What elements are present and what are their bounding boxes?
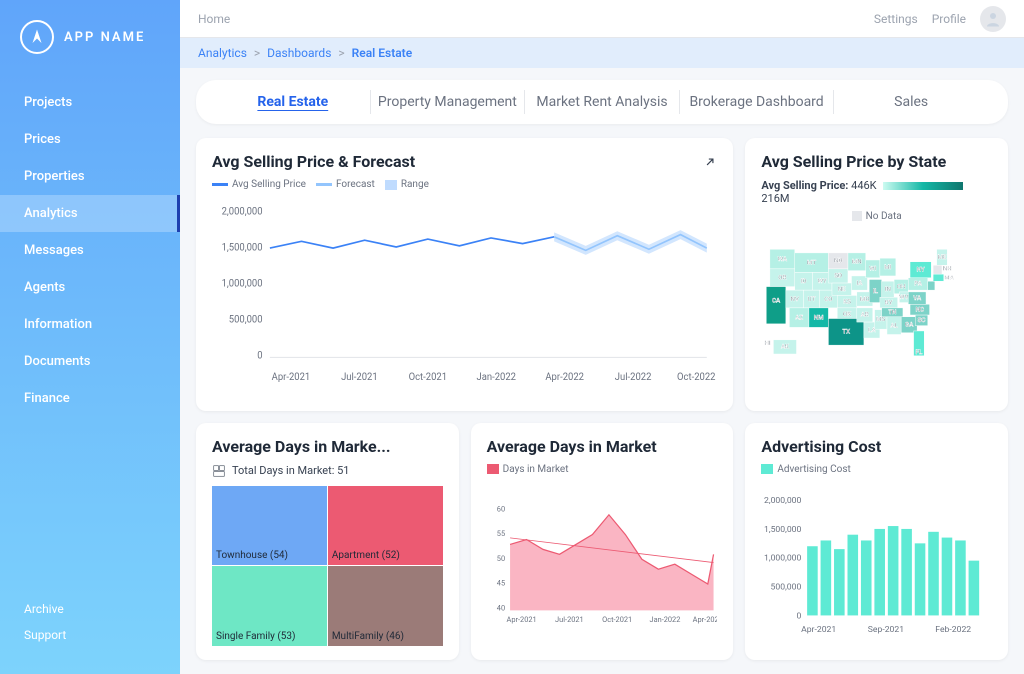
tab-real-estate[interactable]: Real Estate	[216, 90, 371, 114]
svg-text:NH: NH	[943, 265, 952, 273]
treemap-icon	[212, 464, 226, 478]
card-forecast-title: Avg Selling Price & Forecast	[212, 152, 415, 171]
breadcrumb: Analytics > Dashboards > Real Estate	[180, 38, 1024, 68]
svg-text:1,000,000: 1,000,000	[222, 278, 263, 289]
user-icon	[984, 10, 1002, 28]
svg-text:MA: MA	[945, 273, 955, 281]
svg-text:0: 0	[797, 611, 802, 621]
breadcrumb-current: Real Estate	[352, 46, 413, 60]
svg-text:Apr-2021: Apr-2021	[506, 615, 536, 624]
card-bar-title: Advertising Cost	[761, 437, 881, 456]
sidebar-item-analytics[interactable]: Analytics	[0, 195, 180, 232]
tab-property-management[interactable]: Property Management	[371, 90, 526, 114]
tabs: Real Estate Property Management Market R…	[196, 80, 1008, 124]
svg-text:Apr-2021: Apr-2021	[801, 625, 836, 635]
content: Avg Selling Price & Forecast Avg Selling…	[180, 124, 1024, 674]
sidebar-footer: Archive Support	[0, 590, 180, 654]
card-treemap-title: Average Days in Marke...	[212, 437, 391, 456]
svg-text:Sep-2021: Sep-2021	[868, 625, 904, 635]
svg-text:Oct-2021: Oct-2021	[602, 615, 632, 624]
forecast-chart: 2,000,000 1,500,000 1,000,000 500,000 0 …	[212, 194, 717, 397]
svg-text:Apr-2022: Apr-2022	[692, 615, 717, 624]
profile-link[interactable]: Profile	[932, 12, 966, 26]
tab-market-rent[interactable]: Market Rent Analysis	[525, 90, 680, 114]
svg-text:Oct-2022: Oct-2022	[677, 372, 716, 383]
map-nodata: No Data	[761, 211, 992, 222]
svg-text:1,500,000: 1,500,000	[764, 525, 801, 535]
svg-text:0: 0	[257, 350, 262, 361]
logo: APP NAME	[0, 20, 180, 84]
card-forecast: Avg Selling Price & Forecast Avg Selling…	[196, 138, 733, 411]
forecast-legend: Avg Selling Price Forecast Range	[212, 179, 717, 190]
us-map[interactable]: WA OR CA MT ID WY NV UT CO AZ NM ND SD N…	[761, 226, 992, 397]
svg-text:Feb-2022: Feb-2022	[936, 625, 972, 635]
svg-text:2,000,000: 2,000,000	[764, 496, 801, 506]
svg-text:1,500,000: 1,500,000	[222, 242, 263, 253]
svg-text:60: 60	[496, 504, 504, 513]
svg-text:Jul-2022: Jul-2022	[615, 372, 652, 383]
card-area: Average Days in Market Days in Market 60…	[471, 423, 734, 660]
svg-text:Oct-2021: Oct-2021	[409, 372, 447, 383]
svg-text:40: 40	[496, 603, 504, 612]
svg-text:500,000: 500,000	[771, 582, 802, 592]
svg-text:45: 45	[496, 578, 504, 587]
svg-text:Apr-2022: Apr-2022	[545, 372, 584, 383]
card-treemap: Average Days in Marke... Total Days in M…	[196, 423, 459, 660]
svg-text:Apr-2021: Apr-2021	[272, 372, 311, 383]
settings-link[interactable]: Settings	[874, 12, 918, 26]
svg-text:1,000,000: 1,000,000	[764, 554, 801, 564]
app-name: APP NAME	[64, 30, 145, 45]
sidebar-item-information[interactable]: Information	[0, 306, 180, 343]
sidebar-item-finance[interactable]: Finance	[0, 380, 180, 417]
logo-icon	[20, 20, 54, 54]
svg-text:Jan-2022: Jan-2022	[649, 615, 680, 624]
card-area-title: Average Days in Market	[487, 437, 657, 456]
map-scale: Avg Selling Price: 446K 216M	[761, 179, 992, 205]
tab-brokerage[interactable]: Brokerage Dashboard	[680, 90, 835, 114]
svg-text:500,000: 500,000	[229, 314, 263, 325]
svg-text:2,000,000: 2,000,000	[222, 206, 263, 217]
avatar[interactable]	[980, 6, 1006, 32]
nav: Projects Prices Properties Analytics Mes…	[0, 84, 180, 590]
tm-townhouse[interactable]: Townhouse (54)	[212, 486, 327, 566]
svg-text:Jul-2021: Jul-2021	[341, 372, 378, 383]
home-link[interactable]: Home	[198, 12, 874, 26]
sidebar-item-prices[interactable]: Prices	[0, 121, 180, 158]
svg-text:55: 55	[496, 529, 504, 538]
breadcrumb-analytics[interactable]: Analytics	[198, 46, 247, 60]
tm-apartment[interactable]: Apartment (52)	[328, 486, 443, 566]
card-map: Avg Selling Price by State Avg Selling P…	[745, 138, 1008, 411]
sidebar-support[interactable]: Support	[24, 622, 156, 648]
tab-sales[interactable]: Sales	[834, 90, 988, 114]
treemap[interactable]: Townhouse (54) Apartment (52) Single Fam…	[212, 486, 443, 646]
bar-chart: 2,000,000 1,500,000 1,000,000 500,000 0	[761, 479, 992, 646]
sidebar: APP NAME Projects Prices Properties Anal…	[0, 0, 180, 674]
tm-single-family[interactable]: Single Family (53)	[212, 566, 327, 646]
card-map-title: Avg Selling Price by State	[761, 152, 946, 171]
svg-text:Jul-2021: Jul-2021	[555, 615, 584, 624]
tm-multifamily[interactable]: MultiFamily (46)	[328, 566, 443, 646]
expand-icon[interactable]	[703, 155, 717, 169]
area-chart: 60 55 50 45 40 Apr-2021 Jul-2021 Oct-202…	[487, 479, 718, 646]
svg-text:Jan-2022: Jan-2022	[477, 372, 517, 383]
card-bar: Advertising Cost Advertising Cost 2,000,…	[745, 423, 1008, 660]
sidebar-item-properties[interactable]: Properties	[0, 158, 180, 195]
sidebar-item-projects[interactable]: Projects	[0, 84, 180, 121]
sidebar-item-agents[interactable]: Agents	[0, 269, 180, 306]
svg-text:50: 50	[496, 554, 504, 563]
sidebar-archive[interactable]: Archive	[24, 596, 156, 622]
treemap-total: Total Days in Market: 51	[212, 464, 443, 478]
sidebar-item-documents[interactable]: Documents	[0, 343, 180, 380]
svg-text:HI: HI	[765, 339, 771, 347]
sidebar-item-messages[interactable]: Messages	[0, 232, 180, 269]
breadcrumb-dashboards[interactable]: Dashboards	[267, 46, 331, 60]
main: Home Settings Profile Analytics > Dashbo…	[180, 0, 1024, 674]
topbar: Home Settings Profile	[180, 0, 1024, 38]
